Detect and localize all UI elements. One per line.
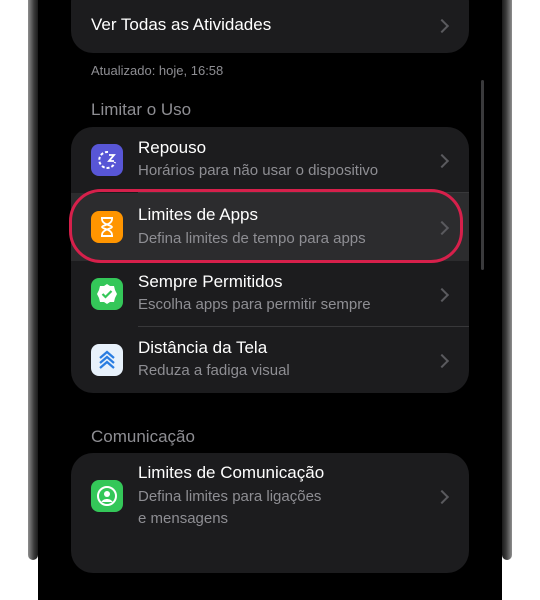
communication-limits-title: Limites de Comunicação [138, 463, 325, 482]
always-allowed-subtitle: Escolha apps para permitir sempre [138, 296, 371, 313]
screen-distance-subtitle: Reduza a fadiga visual [138, 362, 290, 379]
chevron-right-icon [434, 353, 450, 369]
chevrons-up-icon [91, 344, 123, 376]
activities-card: Ver Todas as Atividades [71, 0, 469, 53]
row-screen-distance[interactable]: Distância da Tela Reduza a fadiga visual [71, 327, 469, 393]
always-allowed-title: Sempre Permitidos [138, 272, 283, 291]
row-communication-limits[interactable]: Limites de Comunicação Defina limites pa… [71, 453, 469, 543]
phone-bezel-left [28, 0, 38, 560]
row-always-allowed[interactable]: Sempre Permitidos Escolha apps para perm… [71, 261, 469, 327]
highlight-ring [69, 189, 463, 263]
downtime-icon [91, 144, 123, 176]
see-all-activities-row[interactable]: Ver Todas as Atividades [71, 0, 469, 53]
chevron-right-icon [434, 287, 450, 303]
screen-distance-title: Distância da Tela [138, 338, 268, 357]
contact-icon [91, 480, 123, 512]
checkmark-badge-icon [91, 278, 123, 310]
row-downtime[interactable]: Repouso Horários para não usar o disposi… [71, 127, 469, 193]
limit-usage-section-title: Limitar o Uso [91, 100, 192, 119]
phone-bezel-right [502, 0, 512, 560]
chevron-right-icon [434, 18, 450, 34]
communication-card: Limites de Comunicação Defina limites pa… [71, 453, 469, 573]
downtime-subtitle: Horários para não usar o dispositivo [138, 162, 379, 179]
chevron-right-icon [434, 489, 450, 505]
chevron-right-icon [434, 153, 450, 169]
communication-section-title: Comunicação [91, 427, 195, 446]
see-all-activities-label: Ver Todas as Atividades [91, 15, 272, 34]
scroll-indicator[interactable] [481, 80, 484, 270]
communication-limits-subtitle-line1: Defina limites para ligações [138, 488, 322, 505]
communication-limits-subtitle-line2: e mensagens [138, 510, 229, 527]
settings-screen: Ver Todas as Atividades Atualizado: hoje… [38, 0, 502, 600]
updated-timestamp: Atualizado: hoje, 16:58 [91, 63, 224, 78]
downtime-title: Repouso [138, 138, 207, 157]
